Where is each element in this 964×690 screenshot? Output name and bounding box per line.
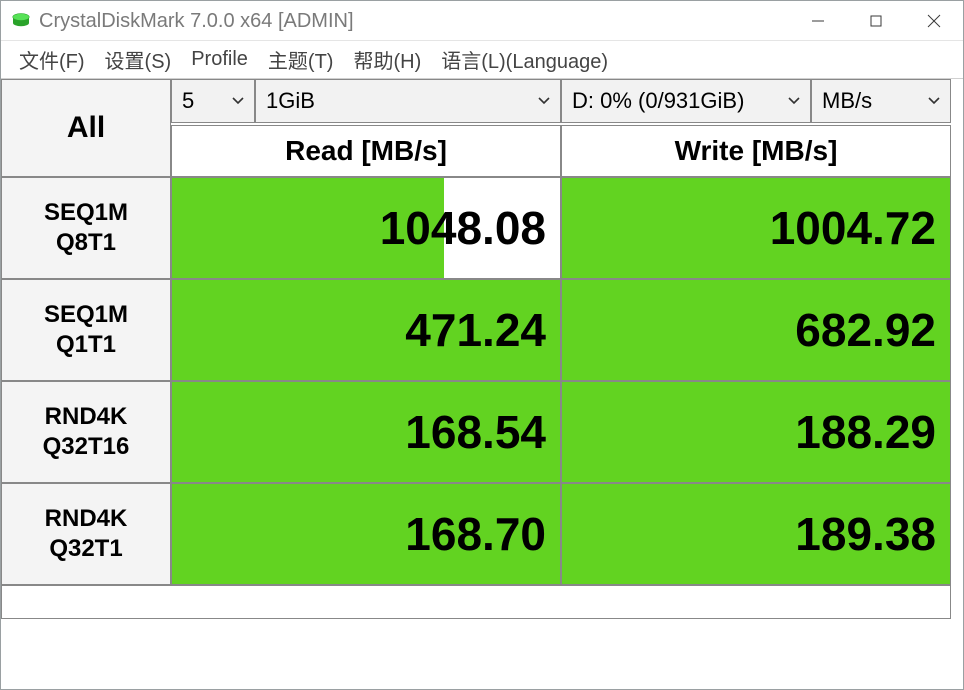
iterations-select[interactable]: 5	[171, 79, 255, 123]
test-button-seq1m-q1t1[interactable]: SEQ1M Q1T1	[1, 279, 171, 381]
benchmark-grid: All 5 1GiB D: 0% (0/931GiB) MB/s Read [M…	[1, 79, 963, 619]
row-label-line2: Q1T1	[56, 330, 116, 360]
write-value: 1004.72	[770, 201, 936, 255]
write-result: 682.92	[561, 279, 951, 381]
menu-language[interactable]: 语言(L)(Language)	[431, 41, 618, 78]
test-button-seq1m-q8t1[interactable]: SEQ1M Q8T1	[1, 177, 171, 279]
menu-profile[interactable]: Profile	[181, 44, 258, 75]
read-result: 1048.08	[171, 177, 561, 279]
read-value: 168.70	[405, 507, 546, 561]
close-button[interactable]	[905, 1, 963, 40]
chevron-down-icon	[538, 97, 550, 105]
write-header: Write [MB/s]	[561, 125, 951, 177]
drive-controls: D: 0% (0/931GiB) MB/s	[561, 79, 951, 125]
row-label-line1: RND4K	[45, 504, 128, 534]
read-value: 168.54	[405, 405, 546, 459]
maximize-button[interactable]	[847, 1, 905, 40]
menu-theme[interactable]: 主题(T)	[258, 41, 344, 78]
window-controls	[789, 1, 963, 40]
run-all-button[interactable]: All	[1, 79, 171, 177]
write-value: 188.29	[795, 405, 936, 459]
test-size-value: 1GiB	[266, 88, 315, 114]
test-button-rnd4k-q32t1[interactable]: RND4K Q32T1	[1, 483, 171, 585]
run-all-label: All	[67, 111, 105, 145]
title-bar: CrystalDiskMark 7.0.0 x64 [ADMIN]	[1, 1, 963, 41]
write-value: 682.92	[795, 303, 936, 357]
read-result: 471.24	[171, 279, 561, 381]
drive-value: D: 0% (0/931GiB)	[572, 88, 744, 114]
window-title: CrystalDiskMark 7.0.0 x64 [ADMIN]	[39, 1, 789, 41]
menu-bar: 文件(F) 设置(S) Profile 主题(T) 帮助(H) 语言(L)(La…	[1, 41, 963, 79]
row-label-line2: Q32T1	[49, 534, 122, 564]
chevron-down-icon	[232, 97, 244, 105]
write-result: 188.29	[561, 381, 951, 483]
menu-file[interactable]: 文件(F)	[9, 41, 95, 78]
app-window: CrystalDiskMark 7.0.0 x64 [ADMIN] 文件(F) …	[0, 0, 964, 690]
minimize-button[interactable]	[789, 1, 847, 40]
row-label-line2: Q8T1	[56, 228, 116, 258]
drive-select[interactable]: D: 0% (0/931GiB)	[561, 79, 811, 123]
row-label-line1: SEQ1M	[44, 198, 128, 228]
menu-settings[interactable]: 设置(S)	[95, 41, 182, 78]
test-button-rnd4k-q32t16[interactable]: RND4K Q32T16	[1, 381, 171, 483]
row-label-line1: RND4K	[45, 402, 128, 432]
chevron-down-icon	[788, 97, 800, 105]
unit-value: MB/s	[822, 88, 872, 114]
menu-help[interactable]: 帮助(H)	[343, 41, 431, 78]
read-value: 471.24	[405, 303, 546, 357]
read-result: 168.54	[171, 381, 561, 483]
chevron-down-icon	[928, 97, 940, 105]
write-value: 189.38	[795, 507, 936, 561]
write-result: 1004.72	[561, 177, 951, 279]
row-label-line2: Q32T16	[43, 432, 130, 462]
test-size-select[interactable]: 1GiB	[255, 79, 561, 123]
unit-select[interactable]: MB/s	[811, 79, 951, 123]
row-label-line1: SEQ1M	[44, 300, 128, 330]
read-value: 1048.08	[380, 201, 546, 255]
write-result: 189.38	[561, 483, 951, 585]
app-icon	[11, 11, 31, 31]
status-bar	[1, 585, 951, 619]
size-controls: 5 1GiB	[171, 79, 561, 125]
read-header: Read [MB/s]	[171, 125, 561, 177]
read-result: 168.70	[171, 483, 561, 585]
iterations-value: 5	[182, 88, 194, 114]
